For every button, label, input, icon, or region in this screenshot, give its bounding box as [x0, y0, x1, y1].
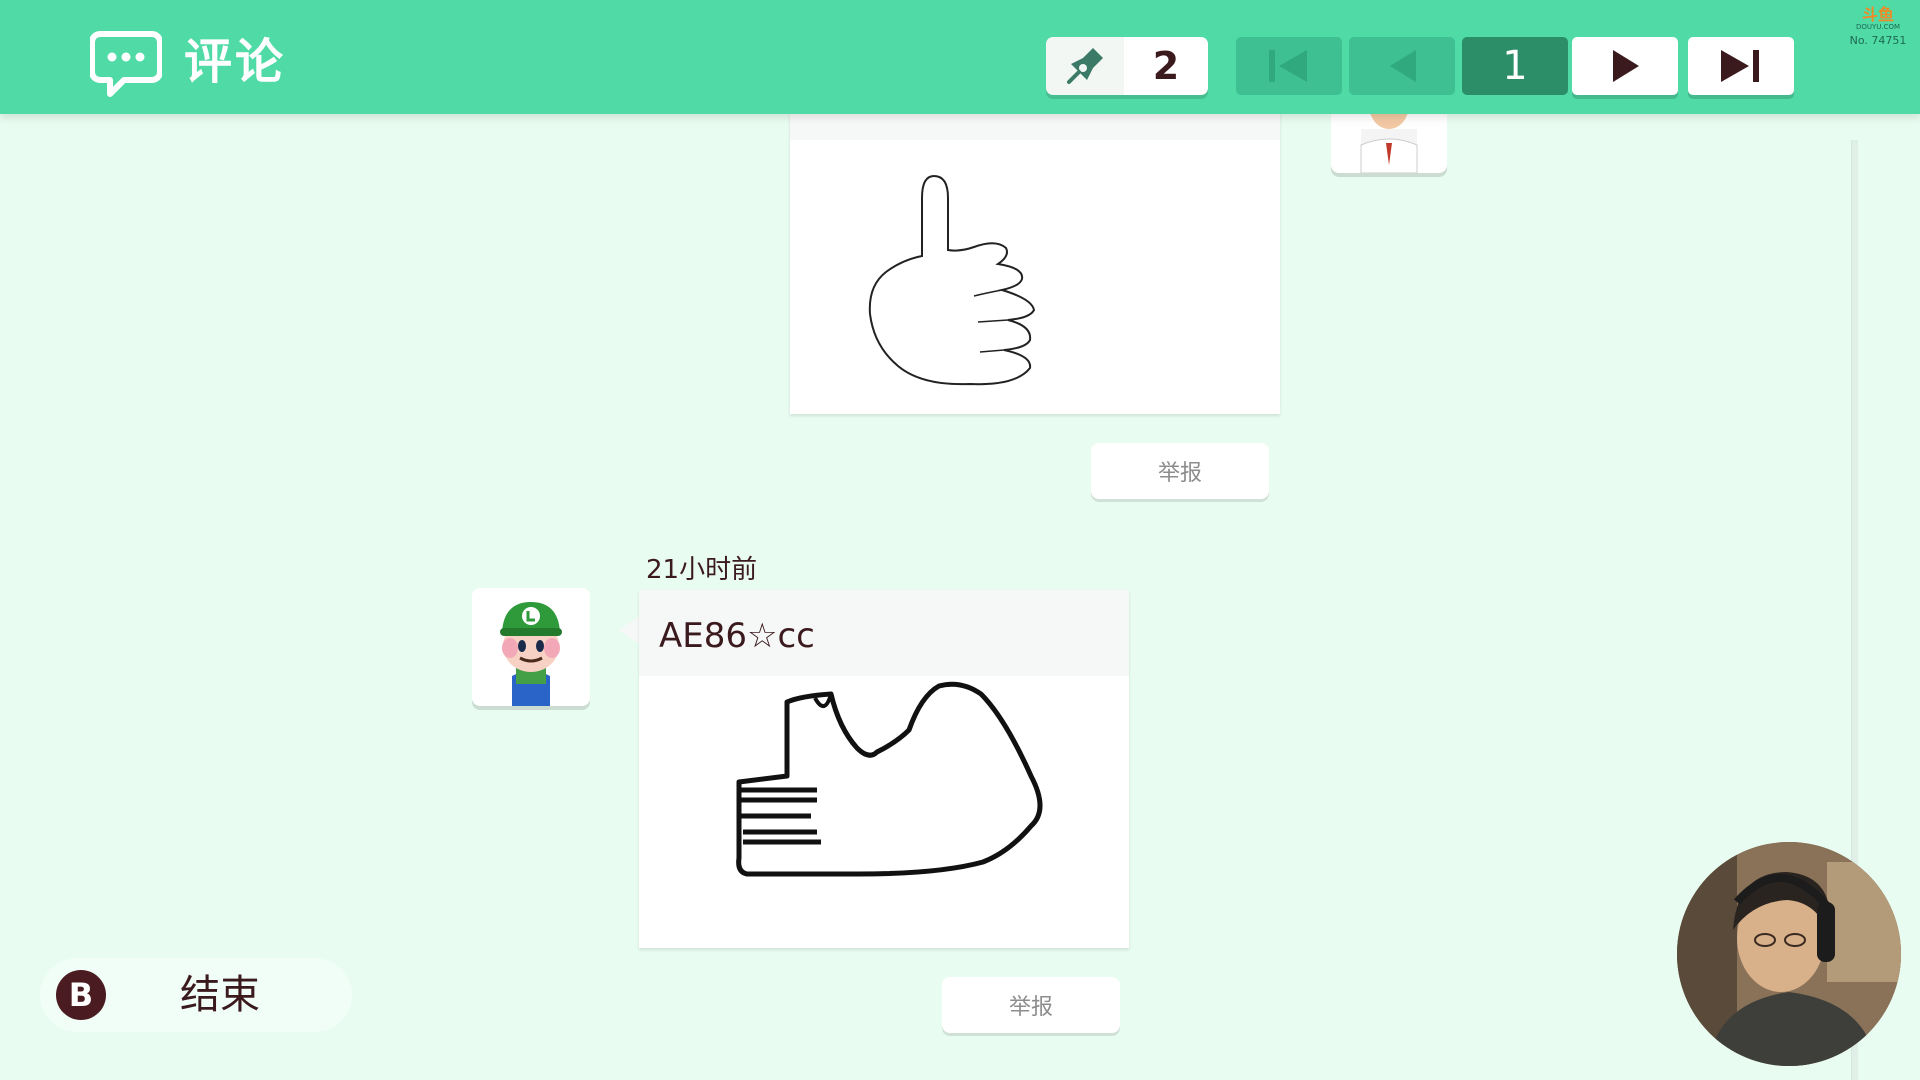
comment-card: AE86☆cc [639, 590, 1129, 948]
next-icon [1613, 50, 1639, 82]
speech-tail [619, 616, 639, 644]
prev-page-button[interactable] [1349, 37, 1455, 95]
comment-bubble-icon [90, 31, 162, 97]
b-button-icon: B [56, 970, 106, 1020]
watermark-brand: 斗鱼 [1861, 5, 1894, 24]
page-number: 1 [1462, 37, 1568, 95]
end-button[interactable]: B 结束 [40, 958, 352, 1032]
watermark-site: DOUYU.COM [1855, 23, 1901, 31]
luigi-avatar [500, 602, 562, 706]
next-page-button[interactable] [1572, 37, 1678, 95]
last-page-button[interactable] [1688, 37, 1794, 95]
comment-timestamp: 21小时前 [646, 555, 758, 585]
comment-username: AE86☆cc [659, 616, 815, 656]
page-title: 评论 [184, 34, 287, 90]
top-bar: 评论 2 1 斗鱼 DOUYU.COM No. 74751 [0, 0, 1920, 114]
report-button[interactable]: 举报 [1091, 443, 1269, 499]
comment-count: 2 [1124, 37, 1208, 95]
streamer-webcam [1677, 842, 1901, 1066]
stamp-tool-button[interactable] [1046, 37, 1124, 95]
thumbs-up-drawing [868, 174, 1036, 386]
skip-last-icon [1721, 50, 1759, 82]
watermark: 斗鱼 DOUYU.COM No. 74751 [1842, 5, 1914, 48]
watermark-room: No. 74751 [1849, 34, 1907, 47]
stamp-tool-icon [1067, 48, 1103, 84]
report-button[interactable]: 举报 [942, 977, 1120, 1033]
skip-first-icon [1269, 50, 1307, 82]
avatar[interactable] [472, 588, 590, 706]
end-label: 结束 [180, 972, 260, 1018]
prev-icon [1390, 50, 1416, 82]
webcam-image [1677, 842, 1901, 1066]
thumbs-up-drawing [736, 681, 1043, 877]
comment-header: AE86☆cc [639, 590, 1129, 676]
first-page-button[interactable] [1236, 37, 1342, 95]
